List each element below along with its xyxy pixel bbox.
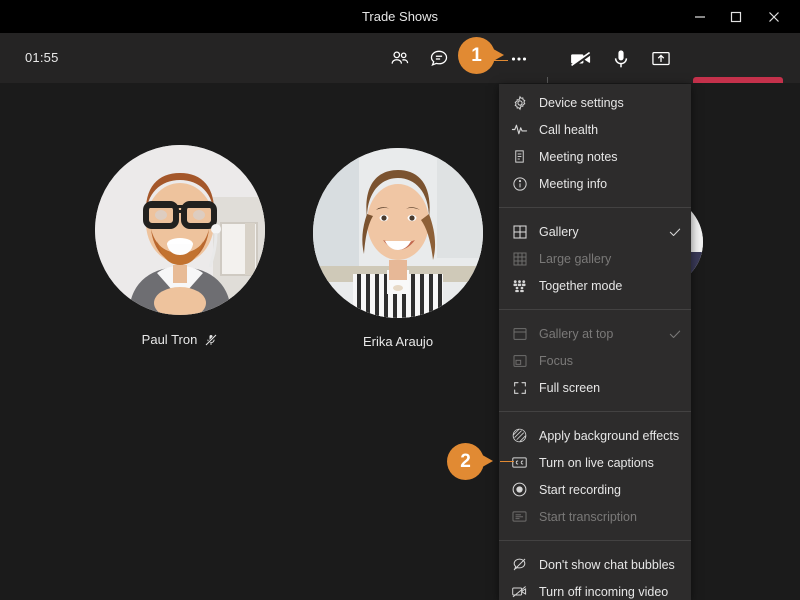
camera-off-icon [569, 47, 593, 71]
minimize-icon [694, 11, 706, 23]
microphone-icon [609, 47, 633, 71]
teams-meeting-window: Trade Shows 01:55 [0, 0, 800, 600]
share-screen-icon [650, 48, 672, 70]
maximize-icon [730, 11, 742, 23]
menu-item-label: Start transcription [539, 510, 637, 524]
menu-separator [499, 411, 691, 412]
chat-button[interactable] [426, 46, 452, 72]
call-timer: 01:55 [25, 33, 59, 83]
large-gallery-icon [511, 250, 528, 267]
people-button[interactable] [387, 46, 413, 72]
menu-item-turn-off-incoming-video[interactable]: Turn off incoming video [499, 578, 691, 600]
start-recording-menu-item[interactable]: Start recording [499, 476, 691, 503]
meeting-toolbar: 01:55 [0, 33, 800, 83]
checkmark-icon [668, 320, 682, 347]
menu-item-label: Gallery [539, 225, 579, 239]
avatar-photo-2 [313, 148, 483, 318]
info-icon [511, 175, 528, 192]
callout-badge-2: 2 [447, 443, 484, 480]
menu-item-meeting-info[interactable]: Meeting info [499, 170, 691, 197]
menu-item-turn-on-live-captions[interactable]: Turn on live captions [499, 449, 691, 476]
menu-group-5: Don't show chat bubbles Turn off incomin… [499, 546, 691, 600]
record-icon [511, 481, 528, 498]
pulse-icon [511, 121, 528, 138]
menu-item-call-health[interactable]: Call health [499, 116, 691, 143]
minimize-button[interactable] [680, 0, 720, 33]
menu-item-label: Meeting notes [539, 150, 618, 164]
close-button[interactable] [754, 0, 794, 33]
menu-item-label: Focus [539, 354, 573, 368]
menu-item-meeting-notes[interactable]: Meeting notes [499, 143, 691, 170]
focus-icon [511, 352, 528, 369]
participant-name-2: Erika Araujo [313, 333, 483, 351]
notes-icon [511, 148, 528, 165]
microphone-button[interactable] [608, 46, 634, 72]
menu-separator [499, 540, 691, 541]
menu-item-label: Together mode [539, 279, 622, 293]
more-options-icon [508, 48, 530, 70]
menu-item-focus: Focus [499, 347, 691, 374]
share-screen-button[interactable] [648, 46, 674, 72]
video-off-icon [511, 583, 528, 600]
menu-item-label: Apply background effects [539, 429, 679, 443]
participant-name-1: Paul Tron [95, 331, 265, 349]
menu-item-label: Start recording [539, 483, 621, 497]
avatar-photo-1 [95, 145, 265, 315]
menu-item-label: Turn on live captions [539, 456, 654, 470]
more-options-button[interactable] [506, 46, 532, 72]
menu-group-2: Gallery Large gallery [499, 213, 691, 304]
menu-item-together-mode[interactable]: Together mode [499, 272, 691, 299]
participant-name-1-label: Paul Tron [142, 331, 198, 349]
chat-icon [428, 48, 450, 70]
menu-item-label: Don't show chat bubbles [539, 558, 675, 572]
people-icon [389, 48, 411, 70]
mic-off-icon [204, 333, 218, 347]
menu-item-apply-background-effects[interactable]: Apply background effects [499, 422, 691, 449]
menu-item-dont-show-chat-bubbles[interactable]: Don't show chat bubbles [499, 551, 691, 578]
menu-group-1: Device settings Call health Meeting n [499, 84, 691, 202]
callout-badge-2-label: 2 [460, 451, 471, 473]
checkmark-icon [668, 218, 682, 245]
callout-badge-1: 1 [458, 37, 495, 74]
participant-name-2-label: Erika Araujo [363, 333, 433, 351]
menu-item-label: Turn off incoming video [539, 585, 668, 599]
closed-captions-icon [511, 454, 528, 471]
menu-item-label: Large gallery [539, 252, 611, 266]
transcription-icon [511, 508, 528, 525]
menu-item-label: Meeting info [539, 177, 607, 191]
gear-icon [511, 94, 528, 111]
menu-group-4: Apply background effects Turn on live ca… [499, 417, 691, 535]
title-bar: Trade Shows [0, 0, 800, 33]
menu-separator [499, 309, 691, 310]
full-screen-icon [511, 379, 528, 396]
gallery-icon [511, 223, 528, 240]
background-effects-icon [511, 427, 528, 444]
menu-item-gallery[interactable]: Gallery [499, 218, 691, 245]
menu-group-3: Gallery at top Focus [499, 315, 691, 406]
menu-item-label: Device settings [539, 96, 624, 110]
menu-item-label: Call health [539, 123, 598, 137]
together-mode-icon [511, 277, 528, 294]
menu-item-start-transcription: Start transcription [499, 503, 691, 530]
menu-item-label: Full screen [539, 381, 600, 395]
callout-badge-1-label: 1 [471, 45, 482, 67]
menu-item-full-screen[interactable]: Full screen [499, 374, 691, 401]
gallery-at-top-icon [511, 325, 528, 342]
maximize-button[interactable] [716, 0, 756, 33]
participant-avatar-1[interactable] [95, 145, 265, 315]
camera-button[interactable] [568, 46, 594, 72]
menu-item-device-settings[interactable]: Device settings [499, 89, 691, 116]
menu-item-gallery-at-top: Gallery at top [499, 320, 691, 347]
callout-2-pointer-line [500, 461, 514, 462]
close-icon [768, 11, 780, 23]
chat-bubbles-off-icon [511, 556, 528, 573]
participant-avatar-2[interactable] [313, 148, 483, 318]
menu-separator [499, 207, 691, 208]
menu-item-large-gallery: Large gallery [499, 245, 691, 272]
menu-item-label: Gallery at top [539, 327, 613, 341]
more-options-menu: Device settings Call health Meeting n [499, 84, 691, 600]
